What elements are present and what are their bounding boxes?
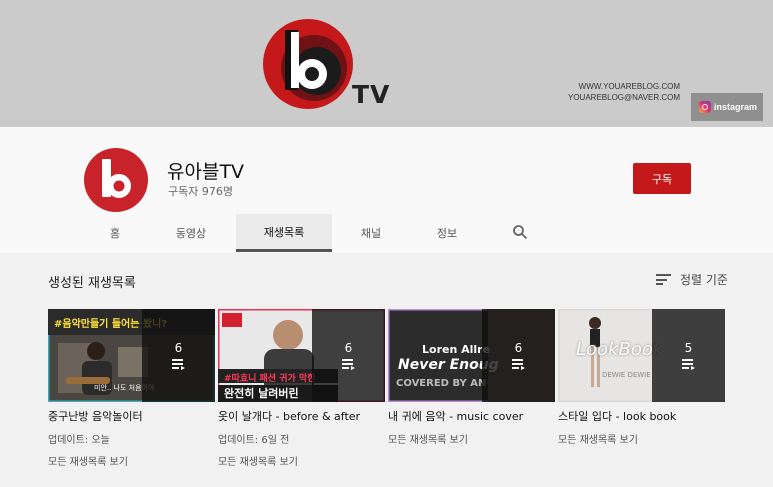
thumbnail-caption-bottom: 완전히 날려버린 — [224, 387, 299, 400]
subscribe-button[interactable]: 구독 — [633, 163, 691, 194]
instagram-link[interactable]: instagram — [691, 93, 763, 121]
playlist-count-overlay: 6 — [142, 309, 215, 402]
playlist-icon — [171, 359, 186, 370]
playlist-thumbnail[interactable]: Loren Allre Never Enoug COVERED BY AN 6 — [388, 309, 555, 402]
playlist-count-overlay: 5 — [652, 309, 725, 402]
sort-button[interactable]: 정렬 기준 — [656, 271, 728, 288]
sort-icon — [656, 274, 671, 285]
tab-videos[interactable]: 동영상 — [160, 214, 222, 251]
thumbnail-caption-top: #따효니 패션 귀가 막힌 — [224, 374, 316, 384]
channel-header: 유아블TV 구독자 976명 구독 홈 동영상 재생목록 채널 정보 — [0, 127, 773, 253]
tab-about[interactable]: 정보 — [416, 214, 478, 251]
playlist-title[interactable]: 중구난방 음악놀이터 — [48, 408, 215, 424]
tab-channels[interactable]: 채널 — [340, 214, 402, 251]
playlist-count-overlay: 6 — [482, 309, 555, 402]
view-full-playlist-link[interactable]: 모든 재생목록 보기 — [558, 431, 725, 446]
playlist-video-count: 5 — [684, 341, 693, 355]
playlist-card[interactable]: #음악만들기 들어는 봤니? 미안.. 나도 처음이야 6 중구난방 음악놀이터… — [48, 309, 215, 468]
playlist-title[interactable]: 옷이 날개다 - before & after — [218, 408, 385, 424]
playlist-title[interactable]: 내 귀에 음악 - music cover — [388, 408, 555, 424]
brand-logo-icon — [263, 19, 353, 109]
playlist-video-count: 6 — [514, 341, 523, 355]
playlist-card[interactable]: #따효니 패션 귀가 막힌 완전히 날려버린 6 옷이 날개다 - before… — [218, 309, 385, 468]
tab-home[interactable]: 홈 — [84, 214, 146, 251]
subscriber-count: 구독자 976명 — [168, 185, 233, 198]
avatar[interactable] — [83, 147, 149, 213]
tab-playlists[interactable]: 재생목록 — [236, 214, 332, 252]
thumbnail-caption-top: Loren Allre — [422, 343, 491, 356]
sort-label: 정렬 기준 — [680, 273, 728, 287]
playlist-card[interactable]: LookBook DEWIE DEWIE 5 스타일 입다 - look boo… — [558, 309, 725, 446]
channel-tabs: 홈 동영상 재생목록 채널 정보 — [0, 214, 773, 253]
playlist-updated: 업데이트: 6일 전 — [218, 435, 290, 446]
banner-website: WWW.YOUAREBLOG.COM — [578, 82, 680, 91]
search-icon[interactable] — [512, 224, 528, 240]
channel-name: 유아블TV — [167, 161, 245, 183]
playlist-thumbnail[interactable]: LookBook DEWIE DEWIE 5 — [558, 309, 725, 402]
playlist-icon — [681, 359, 696, 370]
playlist-video-count: 6 — [174, 341, 183, 355]
playlist-count-overlay: 6 — [312, 309, 385, 402]
playlist-updated: 업데이트: 오늘 — [48, 435, 110, 446]
view-full-playlist-link[interactable]: 모든 재생목록 보기 — [48, 453, 215, 468]
playlist-icon — [341, 359, 356, 370]
playlist-icon — [511, 359, 526, 370]
banner-brand-suffix: TV — [352, 80, 391, 109]
thumbnail-caption-bottom: DEWIE DEWIE — [602, 371, 651, 379]
channel-banner: TV WWW.YOUAREBLOG.COM YOUAREBLOG@NAVER.C… — [0, 0, 773, 127]
playlist-card[interactable]: Loren Allre Never Enoug COVERED BY AN 6 … — [388, 309, 555, 446]
banner-contact: WWW.YOUAREBLOG.COM YOUAREBLOG@NAVER.COM — [560, 81, 680, 103]
banner-email: YOUAREBLOG@NAVER.COM — [568, 93, 680, 102]
thumbnail-caption-bottom: COVERED BY AN — [396, 378, 487, 389]
playlist-thumbnail[interactable]: #음악만들기 들어는 봤니? 미안.. 나도 처음이야 6 — [48, 309, 215, 402]
playlist-title[interactable]: 스타일 입다 - look book — [558, 408, 725, 424]
view-full-playlist-link[interactable]: 모든 재생목록 보기 — [388, 431, 555, 446]
instagram-icon — [699, 101, 711, 113]
playlist-thumbnail[interactable]: #따효니 패션 귀가 막힌 완전히 날려버린 6 — [218, 309, 385, 402]
section-title: 생성된 재생목록 — [48, 276, 136, 291]
view-full-playlist-link[interactable]: 모든 재생목록 보기 — [218, 453, 385, 468]
thumbnail-caption-top: LookBook — [576, 339, 664, 360]
playlist-video-count: 6 — [344, 341, 353, 355]
instagram-label: instagram — [714, 102, 758, 112]
